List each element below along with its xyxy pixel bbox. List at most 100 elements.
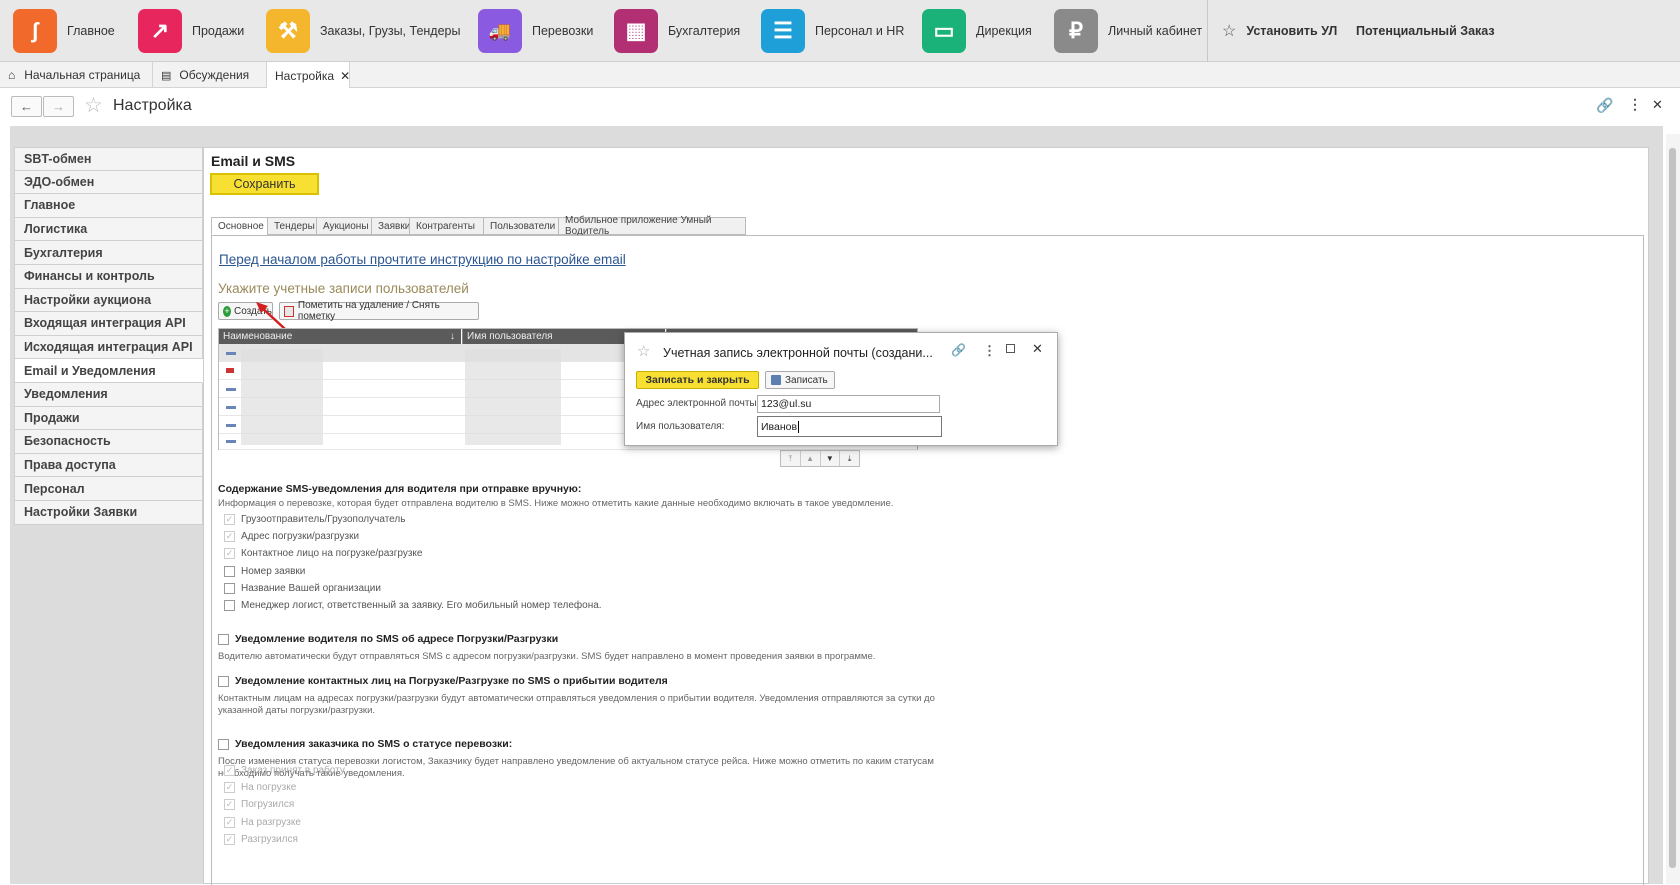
checkbox[interactable]: ✓ — [224, 782, 235, 794]
potential-order-button[interactable]: Потенциальный Заказ — [1356, 0, 1495, 62]
column-header-name[interactable]: Наименование ↓ — [219, 329, 461, 344]
contacts-notify-toggle[interactable]: Уведомление контактных лиц на Погрузке/Р… — [218, 675, 668, 687]
record-icon — [226, 406, 236, 409]
tab-label: Обсуждения — [179, 68, 250, 82]
checkbox[interactable]: ✓ — [224, 816, 235, 828]
username-field[interactable]: Иванов — [757, 416, 942, 437]
move-top-icon[interactable]: ⤒ — [781, 451, 801, 466]
move-bottom-icon[interactable]: ⤓ — [840, 451, 859, 466]
save-button[interactable]: Сохранить — [210, 173, 319, 195]
customer-status-option[interactable]: ✓ На разгрузке — [224, 816, 301, 828]
vertical-scrollbar[interactable] — [1666, 134, 1680, 884]
write-and-close-button[interactable]: Записать и закрыть — [636, 371, 759, 389]
sidebar-item[interactable]: Исходящая интеграция API — [14, 335, 203, 360]
sidebar-item[interactable]: SBT-обмен — [14, 147, 203, 171]
sidebar-item[interactable]: Входящая интеграция API — [14, 312, 203, 336]
checkbox[interactable] — [224, 565, 235, 577]
checkbox[interactable]: ✓ — [224, 765, 235, 776]
customer-status-option[interactable]: ✓ Заказ принят в работу — [224, 765, 345, 776]
back-button[interactable]: ← — [11, 96, 42, 117]
form-tab[interactable]: Контрагенты — [409, 217, 484, 235]
checkbox-label: Контактное лицо на погрузке/разгрузке — [241, 548, 423, 560]
write-label: Записать — [785, 374, 828, 386]
close-icon[interactable]: ✕ — [1032, 341, 1043, 357]
customer-status-option[interactable]: ✓ На погрузке — [224, 782, 296, 794]
sidebar-item[interactable]: ЭДО-обмен — [14, 170, 203, 195]
link-icon[interactable]: 🔗 — [1596, 97, 1613, 114]
sidebar-item[interactable]: Бухгалтерия — [14, 241, 203, 265]
close-icon[interactable]: ✕ — [1652, 97, 1663, 113]
sms-option[interactable]: ✓ Грузоотправитель/Грузополучатель — [224, 514, 405, 525]
customer-status-option[interactable]: ✓ Погрузился — [224, 799, 294, 811]
sidebar-item[interactable]: Email и Уведомления — [14, 359, 203, 383]
sidebar-item[interactable]: Настройки аукциона — [14, 288, 203, 313]
scrollbar-thumb[interactable] — [1669, 148, 1676, 868]
sms-option[interactable]: Менеджер логист, ответственный за заявку… — [224, 600, 602, 611]
checkbox[interactable] — [218, 675, 229, 687]
checkbox-label: Уведомление водителя по SMS об адресе По… — [235, 633, 559, 645]
sidebar-item[interactable]: Безопасность — [14, 430, 203, 454]
form-tab[interactable]: Пользователи — [483, 217, 559, 235]
potential-label: Потенциальный Заказ — [1356, 24, 1495, 38]
install-ul-button[interactable]: ☆ Установить УЛ — [1222, 0, 1337, 62]
sms-option[interactable]: Номер заявки — [224, 565, 306, 577]
more-icon[interactable]: ⋮ — [1628, 96, 1642, 113]
module-glavnoe[interactable]: ʃ Главное — [13, 8, 115, 54]
module-buhgalteria[interactable]: ▦ Бухгалтерия — [614, 8, 740, 54]
customer-status-option[interactable]: ✓ Разгрузился — [224, 833, 298, 845]
sidebar-item[interactable]: Логистика — [14, 217, 203, 242]
customer-notify-toggle[interactable]: Уведомления заказчика по SMS о статусе п… — [218, 738, 512, 750]
instruction-link[interactable]: Перед началом работы прочтите инструкцию… — [219, 252, 626, 267]
record-icon — [226, 424, 236, 427]
checkbox[interactable] — [224, 582, 235, 594]
tab-home[interactable]: ⌂ Начальная страница — [0, 62, 153, 88]
sms-option[interactable]: ✓ Адрес погрузки/разгрузки — [224, 531, 359, 543]
checkbox[interactable] — [218, 738, 229, 750]
checkbox[interactable]: ✓ — [224, 548, 235, 560]
module-direkcia[interactable]: ▭ Дирекция — [922, 8, 1032, 54]
checkbox[interactable]: ✓ — [224, 799, 235, 811]
close-icon[interactable]: ✕ — [340, 69, 350, 83]
tab-discussions[interactable]: ▤ Обсуждения — [153, 62, 267, 88]
driver-notify-toggle[interactable]: Уведомление водителя по SMS об адресе По… — [218, 633, 558, 645]
module-prodazhi[interactable]: ↗ Продажи — [138, 8, 244, 54]
module-lichny-kabinet[interactable]: ₽ Личный кабинет — [1054, 8, 1202, 54]
form-tab[interactable]: Основное — [211, 217, 268, 235]
sidebar-item[interactable]: Финансы и контроль — [14, 264, 203, 289]
module-personal-hr[interactable]: ☰ Персонал и HR — [761, 8, 904, 54]
write-button[interactable]: Записать — [765, 371, 835, 389]
form-tab[interactable]: Заявки — [371, 217, 410, 235]
sidebar-item[interactable]: Настройки Заявки — [14, 500, 203, 525]
email-field[interactable]: 123@ul.su — [757, 395, 940, 413]
checkbox[interactable] — [224, 600, 235, 611]
star-icon[interactable]: ☆ — [637, 342, 650, 360]
checkbox-label: Номер заявки — [241, 565, 306, 577]
sms-option[interactable]: Название Вашей организации — [224, 582, 381, 594]
module-label: Продажи — [192, 24, 245, 38]
checkbox[interactable]: ✓ — [224, 833, 235, 845]
install-label: Установить УЛ — [1246, 24, 1338, 38]
maximize-icon[interactable] — [1006, 344, 1015, 353]
forward-button[interactable]: → — [43, 96, 74, 117]
sidebar-item[interactable]: Права доступа — [14, 453, 203, 478]
tab-settings[interactable]: Настройка ✕ — [267, 62, 350, 89]
checkbox[interactable]: ✓ — [224, 531, 235, 543]
sidebar-item[interactable]: Продажи — [14, 406, 203, 431]
module-perevozki[interactable]: 🚚 Перевозки — [478, 8, 593, 54]
form-tab[interactable]: Тендеры — [267, 217, 317, 235]
link-icon[interactable]: 🔗 — [951, 343, 966, 357]
checkbox[interactable] — [218, 633, 229, 645]
move-down-icon[interactable]: ▼ — [821, 451, 841, 466]
module-zakazy[interactable]: ⚒ Заказы, Грузы, Тендеры — [266, 8, 460, 54]
mark-delete-button[interactable]: Пометить на удаление / Снять пометку — [279, 300, 479, 322]
form-tab[interactable]: Аукционы — [316, 217, 372, 235]
more-icon[interactable]: ⋮ — [983, 343, 996, 359]
sidebar-item[interactable]: Уведомления — [14, 382, 203, 407]
move-up-icon[interactable]: ▲ — [801, 451, 821, 466]
form-tab[interactable]: Мобильное приложение Умный Водитель — [558, 215, 746, 237]
sidebar-item[interactable]: Главное — [14, 194, 203, 218]
sidebar-item[interactable]: Персонал — [14, 477, 203, 501]
star-icon[interactable]: ☆ — [84, 93, 103, 118]
checkbox[interactable]: ✓ — [224, 514, 235, 525]
sms-option[interactable]: ✓ Контактное лицо на погрузке/разгрузке — [224, 548, 423, 560]
